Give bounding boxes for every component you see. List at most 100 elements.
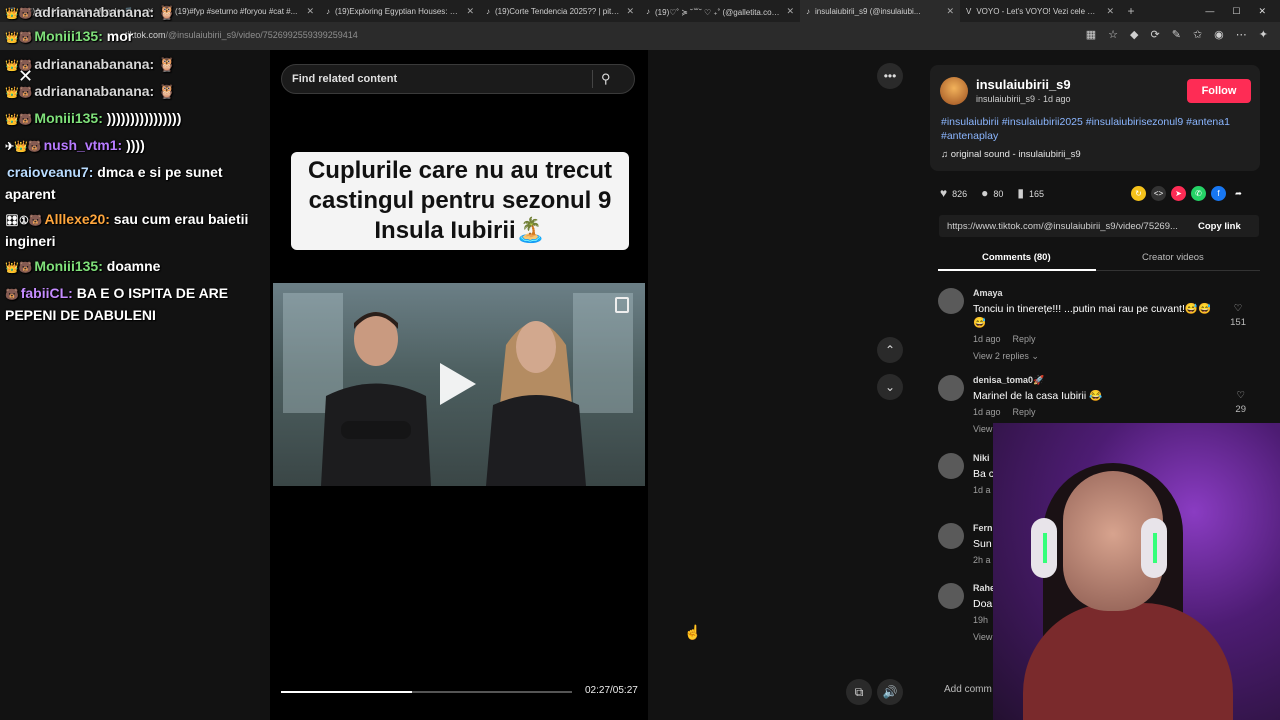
comment-action[interactable]: ● 80 <box>981 186 1003 200</box>
new-tab-button[interactable]: + <box>1120 4 1142 18</box>
search-input[interactable] <box>292 73 592 85</box>
browser-tab[interactable]: ♪ insulaiubirii_s9 (@insulaiubi... ✕ <box>800 0 960 22</box>
minimize-window-button[interactable]: — <box>1205 6 1214 17</box>
star-icon[interactable]: ☆ <box>1108 28 1118 41</box>
video-thumbnail[interactable] <box>273 283 645 486</box>
view-replies-button[interactable]: View 2 replies ⌄ <box>973 351 1039 362</box>
tab-creator-videos[interactable]: Creator videos <box>1142 252 1204 263</box>
chat-badges-icon: 👑🐻 <box>5 8 33 20</box>
commenter-name[interactable]: Fern <box>973 523 993 533</box>
close-icon[interactable]: ✕ <box>18 66 33 87</box>
tab-close-icon[interactable]: ✕ <box>786 6 794 17</box>
chat-badges-icon: 🎛①🐻 <box>5 215 43 227</box>
author-subline: insulaiubirii_s9 · 1d ago <box>976 94 1071 104</box>
browser-tab[interactable]: ♪ (19)♡˚ ≽ ˘꒳˘ ♡ ₊˚ (@galletita.con... ✕ <box>640 0 800 22</box>
send-icon[interactable]: ➤ <box>1171 186 1186 201</box>
chat-username[interactable]: Alllexe20: <box>45 211 110 227</box>
whatsapp-icon[interactable]: ✆ <box>1191 186 1206 201</box>
chat-username[interactable]: adriananabanana: <box>34 4 154 20</box>
commenter-avatar[interactable] <box>938 583 964 609</box>
commenter-avatar[interactable] <box>938 453 964 479</box>
commenter-avatar[interactable] <box>938 375 964 401</box>
chat-message: 👑🐻 Moniii135: doamne <box>5 256 267 278</box>
menu-icon[interactable]: ⋯ <box>1236 28 1247 41</box>
commenter-name[interactable]: denisa_toma0🚀 <box>973 375 1044 386</box>
chevron-up-icon[interactable]: ⌃ <box>877 337 903 363</box>
hashtags[interactable]: #insulaiubirii #insulaiubirii2025 #insul… <box>941 115 1241 143</box>
sound-link[interactable]: ♫ original sound - insulaiubirii_s9 <box>941 149 1081 160</box>
repost-icon[interactable]: ↻ <box>1131 186 1146 201</box>
person-left <box>321 312 431 486</box>
author-avatar[interactable] <box>940 77 968 105</box>
comment-like[interactable]: ♡ 29 <box>1235 389 1246 417</box>
commenter-name[interactable]: Amaya <box>973 288 1003 298</box>
favorites-icon[interactable]: ✩ <box>1193 28 1202 41</box>
commenter-name[interactable]: Niki <box>973 453 990 463</box>
share-arrow-icon[interactable]: ➦ <box>1231 186 1246 201</box>
like-action[interactable]: ♥ 826 <box>940 186 967 200</box>
comment-like-count: 29 <box>1235 404 1246 415</box>
comment-meta: 1d ago Reply <box>973 407 1048 417</box>
search-icon[interactable]: ⚲ <box>601 71 611 87</box>
embed-icon[interactable]: <> <box>1151 186 1166 201</box>
view-replies-button[interactable]: View <box>973 632 992 642</box>
heart-outline-icon[interactable]: ♡ <box>1235 389 1246 403</box>
chat-username[interactable]: adriananabanana: <box>34 56 154 72</box>
chat-message: 👑🐻 adriananabanana: 🦉 <box>5 81 267 103</box>
facebook-icon[interactable]: f <box>1211 186 1226 201</box>
refresh-icon[interactable]: ⟳ <box>1151 28 1160 41</box>
browser-tab[interactable]: ♪ (19)Exploring Egyptian Houses: Pe... ✕ <box>320 0 480 22</box>
chat-username[interactable]: fabiiCL: <box>21 285 73 301</box>
apps-icon[interactable]: ▦ <box>1086 28 1096 41</box>
puzzle-icon[interactable]: ✎ <box>1172 28 1181 41</box>
tab-close-icon[interactable]: ✕ <box>1106 6 1114 17</box>
chat-username[interactable]: Moniii135: <box>34 110 102 126</box>
copilot-icon[interactable]: ✦ <box>1259 28 1268 41</box>
chat-username[interactable]: adriananabanana: <box>34 83 154 99</box>
profile-icon[interactable]: ◉ <box>1214 28 1224 41</box>
copy-link-button[interactable]: Copy link <box>1198 221 1241 232</box>
tab-comments[interactable]: Comments (80) <box>982 252 1051 263</box>
chat-text: )))) <box>126 137 145 153</box>
reply-button[interactable]: Reply <box>1013 334 1036 344</box>
commenter-name[interactable]: Rahe <box>973 583 995 593</box>
comment-meta: 1d ago Reply <box>973 334 1048 344</box>
tab-close-icon[interactable]: ✕ <box>306 6 314 17</box>
chat-badges-icon: 👑🐻 <box>5 114 33 126</box>
chevron-down-icon[interactable]: ⌄ <box>877 374 903 400</box>
extension-icon[interactable]: ◆ <box>1130 28 1138 41</box>
chat-text: 🦉 <box>158 4 176 20</box>
share-icons: ↻ <> ➤ ✆ f ➦ <box>1131 186 1246 201</box>
save-action[interactable]: ▮ 165 <box>1017 186 1044 200</box>
video-progress-bar[interactable] <box>281 691 572 693</box>
chat-username[interactable]: Moniii135: <box>34 28 102 44</box>
chat-username[interactable]: Moniii135: <box>34 258 102 274</box>
add-comment-input[interactable]: Add comm <box>944 684 992 695</box>
browser-tab[interactable]: V VOYO - Let's VOYO! Vezi cele ma... ✕ <box>960 0 1120 22</box>
search-bar[interactable]: ⚲ <box>281 64 635 94</box>
reply-button[interactable]: Reply <box>1013 407 1036 417</box>
volume-icon[interactable]: 🔊 <box>877 679 903 705</box>
play-icon[interactable] <box>440 363 476 405</box>
toolbar-icons: ▦ ☆ ◆ ⟳ ✎ ✩ ◉ ⋯ ✦ <box>1086 28 1268 41</box>
pip-icon[interactable]: ⧉ <box>846 679 872 705</box>
browser-tab[interactable]: ♪ (19)Corte Tendencia 2025?? | pitc... ✕ <box>480 0 640 22</box>
tab-title: (19)Exploring Egyptian Houses: Pe... <box>335 6 462 16</box>
comment-like[interactable]: ♡ 151 <box>1230 302 1246 330</box>
commenter-avatar[interactable] <box>938 523 964 549</box>
heart-outline-icon[interactable]: ♡ <box>1230 302 1246 316</box>
chat-message: 👑🐻 Moniii135: mor <box>5 26 267 48</box>
chat-username[interactable]: craioveanu7: <box>7 164 93 180</box>
more-options-icon[interactable]: ••• <box>877 63 903 89</box>
author-name[interactable]: insulaiubirii_s9 <box>976 77 1071 92</box>
tab-close-icon[interactable]: ✕ <box>946 6 954 17</box>
maximize-window-button[interactable]: ☐ <box>1232 6 1240 17</box>
view-replies-button[interactable]: View <box>973 424 992 434</box>
tab-close-icon[interactable]: ✕ <box>626 6 634 17</box>
close-window-button[interactable]: ✕ <box>1258 6 1266 17</box>
follow-button[interactable]: Follow <box>1187 79 1251 103</box>
chat-username[interactable]: nush_vtm1: <box>44 137 123 153</box>
commenter-avatar[interactable] <box>938 288 964 314</box>
tab-title: VOYO - Let's VOYO! Vezi cele ma... <box>976 6 1102 16</box>
tab-close-icon[interactable]: ✕ <box>466 6 474 17</box>
